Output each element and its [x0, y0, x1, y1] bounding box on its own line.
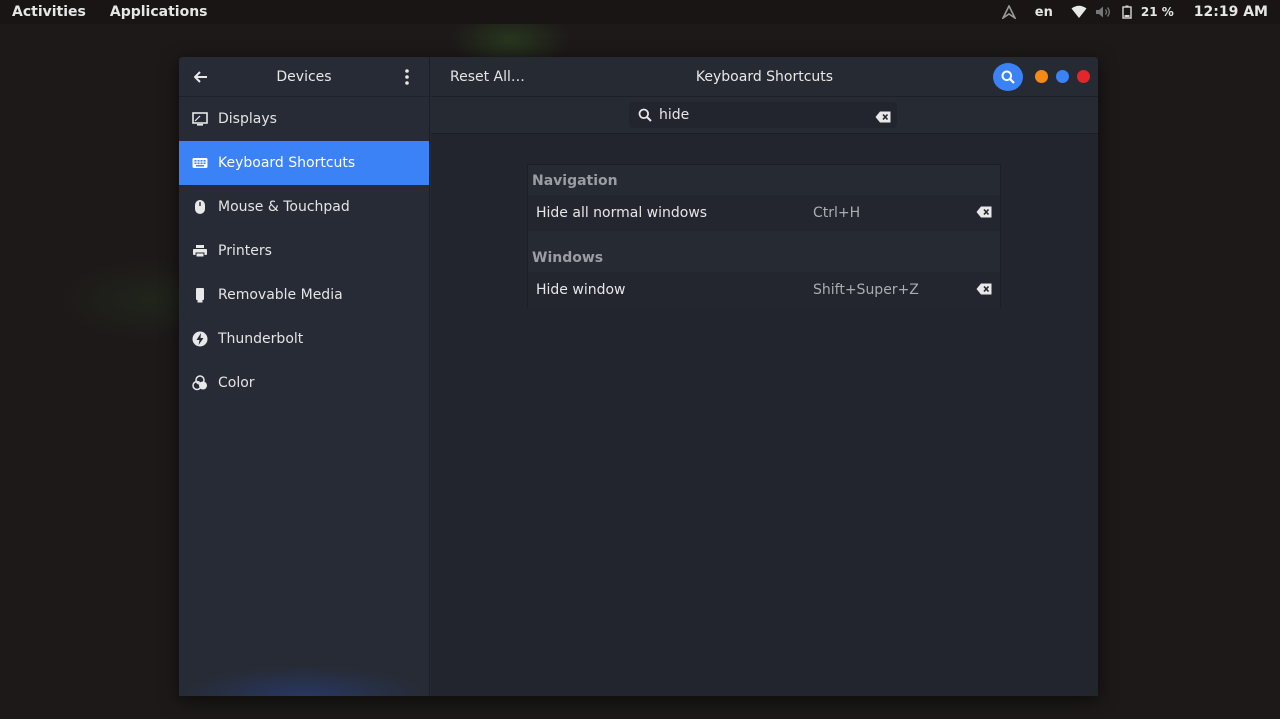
sidebar-item-label: Color [218, 375, 255, 391]
sidebar-item-label: Printers [218, 243, 272, 259]
shortcut-description: Hide all normal windows [536, 205, 708, 221]
mouse-icon [191, 198, 209, 216]
sidebar-item-printers[interactable]: Printers [179, 229, 429, 273]
section-header-navigation: Navigation [528, 165, 1000, 195]
minimize-button[interactable] [1035, 70, 1048, 83]
applications-menu[interactable]: Applications [98, 0, 220, 24]
search-toggle-button[interactable] [993, 63, 1023, 91]
top-bar: Activities Applications en 21 % 12:19 AM [0, 0, 1280, 24]
reset-all-button[interactable]: Reset All… [450, 57, 525, 97]
sidebar-item-keyboard-shortcuts[interactable]: Keyboard Shortcuts [179, 141, 429, 185]
search-icon [633, 108, 657, 122]
sidebar: Devices Displays Keyboard Shortcuts Mous… [179, 57, 430, 696]
thunderbolt-icon [191, 330, 209, 348]
shortcut-accelerator: Shift+Super+Z [813, 282, 919, 298]
reset-shortcut-icon[interactable] [976, 206, 992, 222]
removable-media-icon [191, 286, 209, 304]
section-header-windows: Windows [528, 242, 603, 272]
sidebar-item-mouse-touchpad[interactable]: Mouse & Touchpad [179, 185, 429, 229]
clear-search-icon[interactable] [875, 108, 891, 127]
volume-icon[interactable] [1091, 0, 1115, 24]
search-bar [431, 97, 1098, 134]
language-indicator[interactable]: en [1021, 5, 1067, 20]
shortcut-accelerator: Ctrl+H [813, 205, 861, 221]
keyboard-icon [191, 154, 209, 172]
sidebar-item-thunderbolt[interactable]: Thunderbolt [179, 317, 429, 361]
sidebar-item-label: Removable Media [218, 287, 343, 303]
activities-button[interactable]: Activities [0, 0, 98, 24]
sidebar-item-label: Keyboard Shortcuts [218, 155, 356, 171]
header-bar: Reset All… Keyboard Shortcuts [431, 57, 1098, 97]
search-input[interactable] [659, 107, 859, 123]
shortcuts-list: Navigation Hide all normal windows Ctrl+… [527, 164, 1001, 308]
main-panel: Reset All… Keyboard Shortcuts Na [431, 57, 1098, 696]
battery-percentage[interactable]: 21 % [1139, 5, 1194, 19]
close-button[interactable] [1077, 70, 1090, 83]
section-title: Windows [532, 250, 604, 266]
battery-icon[interactable] [1115, 0, 1139, 24]
printer-icon [191, 242, 209, 260]
back-arrow-icon [194, 70, 207, 83]
sidebar-glow [179, 656, 430, 696]
reset-shortcut-icon[interactable] [976, 283, 992, 299]
shortcut-row-hide-window[interactable]: Hide window Shift+Super+Z [528, 272, 1000, 308]
back-button[interactable] [179, 57, 223, 97]
color-icon [191, 374, 209, 392]
section-title: Navigation [532, 173, 618, 189]
wifi-icon[interactable] [1067, 0, 1091, 24]
sidebar-item-label: Displays [218, 111, 277, 127]
sidebar-item-color[interactable]: Color [179, 361, 429, 405]
maximize-button[interactable] [1056, 70, 1069, 83]
display-icon [191, 110, 209, 128]
app-indicator-icon[interactable] [997, 0, 1021, 24]
sidebar-header: Devices [179, 57, 429, 97]
sidebar-item-label: Mouse & Touchpad [218, 199, 350, 215]
sidebar-item-label: Thunderbolt [218, 331, 304, 347]
menu-button[interactable] [395, 57, 419, 97]
settings-window: Devices Displays Keyboard Shortcuts Mous… [179, 57, 1098, 696]
vertical-dots-icon [405, 69, 409, 85]
search-icon [1001, 70, 1015, 84]
sidebar-item-displays[interactable]: Displays [179, 97, 429, 141]
shortcut-row-hide-all-normal-windows[interactable]: Hide all normal windows Ctrl+H [528, 195, 1000, 231]
search-field[interactable] [629, 102, 897, 128]
shortcut-description: Hide window [536, 282, 626, 298]
clock[interactable]: 12:19 AM [1194, 4, 1280, 20]
sidebar-item-removable-media[interactable]: Removable Media [179, 273, 429, 317]
